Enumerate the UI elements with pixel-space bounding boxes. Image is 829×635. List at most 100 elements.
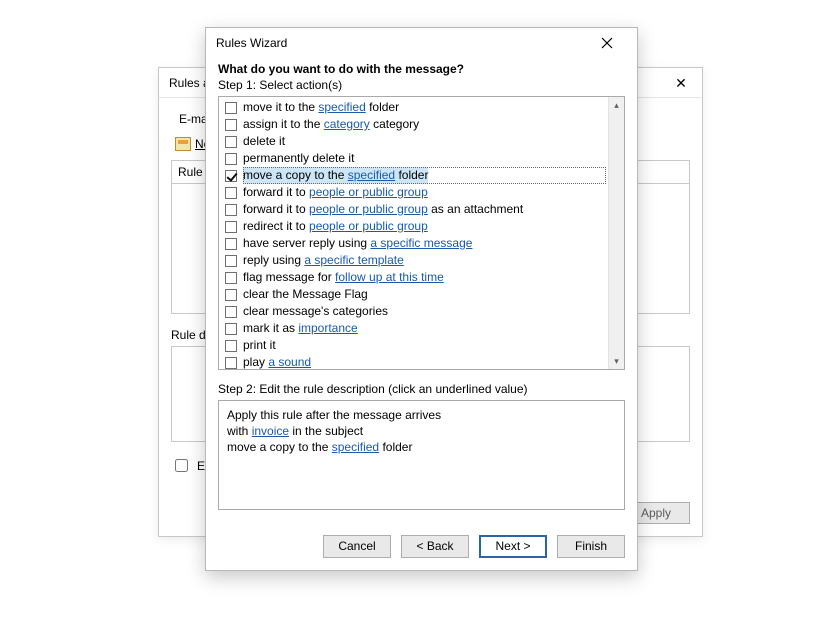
action-row[interactable]: assign it to the category category <box>219 116 608 133</box>
action-link[interactable]: specified <box>348 168 395 182</box>
wizard-question: What do you want to do with the message? <box>218 62 625 76</box>
action-text: move it to the <box>243 100 318 114</box>
action-text: clear the Message Flag <box>243 287 368 301</box>
action-row[interactable]: have server reply using a specific messa… <box>219 235 608 252</box>
action-checkbox[interactable] <box>225 136 237 148</box>
action-link[interactable]: people or public group <box>309 219 428 233</box>
action-checkbox[interactable] <box>225 238 237 250</box>
action-label: forward it to people or public group <box>243 184 428 201</box>
action-text: as an attachment <box>428 202 523 216</box>
action-link[interactable]: category <box>324 117 370 131</box>
desc-text: in the subject <box>289 424 363 438</box>
step2-label: Step 2: Edit the rule description (click… <box>218 382 625 396</box>
action-label: permanently delete it <box>243 150 354 167</box>
action-checkbox[interactable] <box>225 289 237 301</box>
action-row[interactable]: delete it <box>219 133 608 150</box>
wizard-body: What do you want to do with the message?… <box>206 58 637 523</box>
action-link[interactable]: people or public group <box>309 185 428 199</box>
rule-description-box[interactable]: Apply this rule after the message arrive… <box>218 400 625 510</box>
action-label: clear the Message Flag <box>243 286 368 303</box>
action-label: assign it to the category category <box>243 116 419 133</box>
desc-line-1: Apply this rule after the message arrive… <box>227 407 616 423</box>
action-text: play <box>243 355 268 369</box>
action-checkbox[interactable] <box>225 255 237 267</box>
action-checkbox[interactable] <box>225 323 237 335</box>
action-text: clear message's categories <box>243 304 388 318</box>
cancel-button[interactable]: Cancel <box>323 535 391 558</box>
action-label: reply using a specific template <box>243 252 404 269</box>
action-text: folder <box>395 168 428 182</box>
rules-wizard-dialog: Rules Wizard What do you want to do with… <box>205 27 638 571</box>
action-text: permanently delete it <box>243 151 354 165</box>
folder-value-link[interactable]: specified <box>332 440 379 454</box>
new-rule-icon <box>175 137 191 151</box>
actions-list-container: move it to the specified folderassign it… <box>218 96 625 370</box>
action-label: clear message's categories <box>243 303 388 320</box>
action-text: assign it to the <box>243 117 324 131</box>
action-row[interactable]: mark it as importance <box>219 320 608 337</box>
action-link[interactable]: a specific message <box>370 236 472 250</box>
action-checkbox[interactable] <box>225 272 237 284</box>
action-row[interactable]: permanently delete it <box>219 150 608 167</box>
action-row[interactable]: forward it to people or public group <box>219 184 608 201</box>
action-row[interactable]: reply using a specific template <box>219 252 608 269</box>
wizard-title-bar: Rules Wizard <box>206 28 637 58</box>
action-row[interactable]: play a sound <box>219 354 608 369</box>
close-button[interactable] <box>587 28 627 58</box>
action-checkbox[interactable] <box>225 221 237 233</box>
action-row[interactable]: forward it to people or public group as … <box>219 201 608 218</box>
action-text: forward it to <box>243 202 309 216</box>
desc-text: move a copy to the <box>227 440 332 454</box>
action-checkbox[interactable] <box>225 187 237 199</box>
action-label: redirect it to people or public group <box>243 218 428 235</box>
close-icon <box>601 37 613 49</box>
action-text: flag message for <box>243 270 335 284</box>
action-row[interactable]: move it to the specified folder <box>219 99 608 116</box>
action-checkbox[interactable] <box>225 204 237 216</box>
action-row[interactable]: redirect it to people or public group <box>219 218 608 235</box>
action-checkbox[interactable] <box>225 153 237 165</box>
enable-checkbox[interactable] <box>175 459 188 472</box>
action-label: delete it <box>243 133 285 150</box>
finish-button[interactable]: Finish <box>557 535 625 558</box>
action-checkbox[interactable] <box>225 170 237 182</box>
action-checkbox[interactable] <box>225 119 237 131</box>
close-icon[interactable]: ✕ <box>660 68 702 98</box>
scrollbar[interactable]: ▴ ▾ <box>608 97 624 369</box>
scroll-down-icon[interactable]: ▾ <box>609 353 624 369</box>
action-row[interactable]: move a copy to the specified folder <box>219 167 608 184</box>
action-checkbox[interactable] <box>225 357 237 369</box>
action-checkbox[interactable] <box>225 306 237 318</box>
action-link[interactable]: a specific template <box>304 253 403 267</box>
subject-value-link[interactable]: invoice <box>252 424 289 438</box>
desc-line-3: move a copy to the specified folder <box>227 439 616 455</box>
back-button[interactable]: < Back <box>401 535 469 558</box>
action-link[interactable]: people or public group <box>309 202 428 216</box>
action-link[interactable]: specified <box>318 100 365 114</box>
action-row[interactable]: clear the Message Flag <box>219 286 608 303</box>
action-text: redirect it to <box>243 219 309 233</box>
action-text: print it <box>243 338 276 352</box>
action-label: play a sound <box>243 354 311 369</box>
action-label: mark it as importance <box>243 320 358 337</box>
scroll-up-icon[interactable]: ▴ <box>609 97 624 113</box>
action-text: folder <box>366 100 399 114</box>
next-button[interactable]: Next > <box>479 535 547 558</box>
wizard-footer: Cancel < Back Next > Finish <box>206 523 637 570</box>
action-checkbox[interactable] <box>225 340 237 352</box>
action-text: delete it <box>243 134 285 148</box>
action-text: category <box>370 117 419 131</box>
actions-list[interactable]: move it to the specified folderassign it… <box>219 97 608 369</box>
action-link[interactable]: importance <box>298 321 357 335</box>
action-text: move a copy to the <box>243 168 348 182</box>
action-link[interactable]: follow up at this time <box>335 270 444 284</box>
action-label: print it <box>243 337 276 354</box>
action-checkbox[interactable] <box>225 102 237 114</box>
action-link[interactable]: a sound <box>268 355 311 369</box>
action-row[interactable]: print it <box>219 337 608 354</box>
action-row[interactable]: flag message for follow up at this time <box>219 269 608 286</box>
wizard-title-text: Rules Wizard <box>216 36 287 50</box>
action-label: have server reply using a specific messa… <box>243 235 472 252</box>
action-text: mark it as <box>243 321 298 335</box>
action-row[interactable]: clear message's categories <box>219 303 608 320</box>
